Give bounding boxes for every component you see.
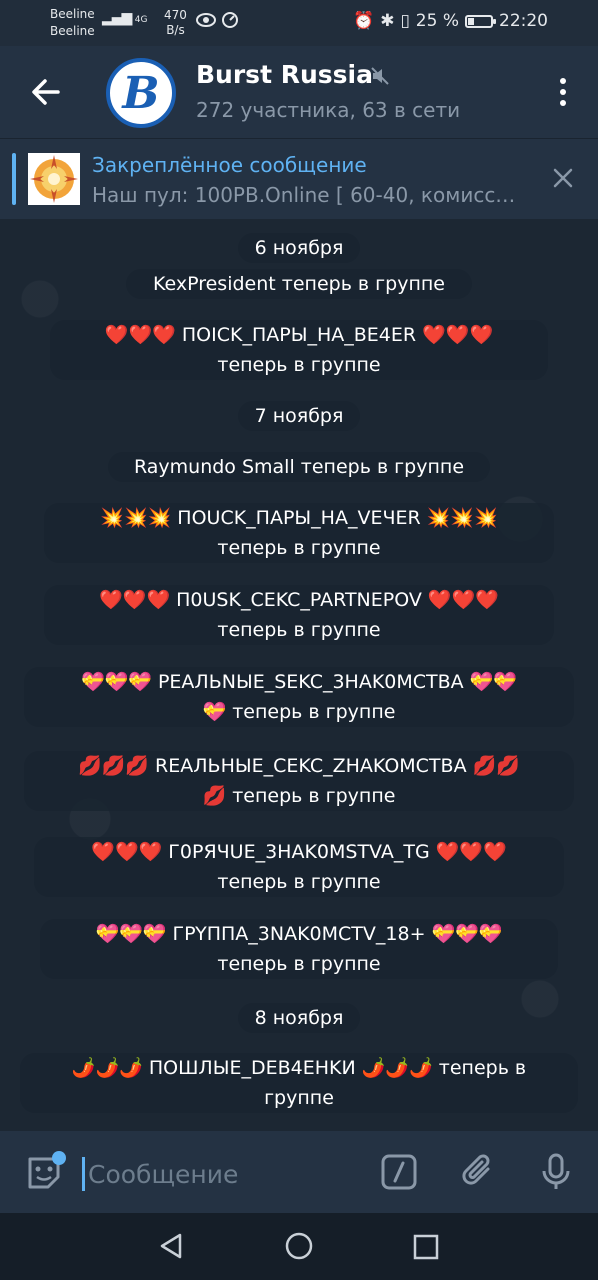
bluetooth-icon: ✱ [380,11,395,31]
service-text-line1: 💋💋💋 REAЛЬНЫE_CEKC_ZHAKOMCTBA 💋💋 [78,755,520,777]
clock: 22:20 [499,11,548,31]
net-speed-value: 470 [164,8,187,22]
message-list[interactable]: 6 ноября KexPresident теперь в группе ❤️… [0,219,598,1131]
slash-command-icon [381,1154,417,1190]
service-text-line2: группе [264,1087,334,1109]
voice-message-button[interactable] [536,1151,576,1193]
chat-header: B Burst Russia 272 участника, 63 в сети [0,46,598,138]
starburst-icon [28,153,80,205]
service-text-line1: ❤️❤️❤️ ПOICK_ПAPЫ_HA_BE4ER ❤️❤️❤️ [104,324,494,346]
carrier-2: Beeline [50,24,95,38]
signal-icon: ▂▄▆ 4G [102,10,148,26]
date-separator: 7 ноября [238,401,360,431]
service-message: 💝💝💝 ГPYППA_3NAK0MCTV_18+ 💝💝💝 теперь в гр… [40,919,558,979]
service-message: ❤️❤️❤️ ПOICK_ПAPЫ_HA_BE4ER ❤️❤️❤️ теперь… [50,320,548,380]
pinned-thumbnail [28,153,80,205]
service-text-line1: KexPresident теперь в группе [152,273,445,295]
service-text-line2: 💋 теперь в группе [202,785,396,807]
service-message: 💥💥💥 ПOUCK_ПAPЫ_HA_VEЧER 💥💥💥 теперь в гру… [44,503,554,563]
muted-speaker-icon [370,66,390,90]
service-text-line2: теперь в группе [217,953,381,975]
service-text-line2: теперь в группе [217,354,381,376]
pinned-title: Закреплённое сообщение [92,153,367,177]
vibrate-icon: ▯ [400,11,410,31]
service-message: ❤️❤️❤️ П0USK_CEKC_PARTNEPOV ❤️❤️❤️ тепер… [44,585,554,645]
service-message: ❤️❤️❤️ Г0PЯЧUE_3HAK0MSTVA_TG ❤️❤️❤️ тепе… [34,837,564,897]
chat-subtitle: 272 участника, 63 в сети [196,98,461,122]
nav-recents-button[interactable] [412,1233,440,1265]
back-button[interactable] [26,72,66,112]
microphone-icon [542,1153,570,1189]
service-text-line2: теперь в группе [217,871,381,893]
vertical-dots-icon [560,78,566,84]
more-menu-button[interactable] [558,78,568,108]
close-pinned-button[interactable] [550,165,576,191]
date-text: 7 ноября [254,405,344,427]
bot-commands-button[interactable] [380,1153,418,1191]
service-text-line1: 🌶️🌶️🌶️ ПOШЛЫE_DEB4EHKИ 🌶️🌶️🌶️ теперь в [71,1057,527,1079]
network-type: 4G [134,15,148,25]
eye-icon [196,10,244,35]
battery-icon [465,14,496,28]
notification-dot [52,1151,66,1165]
triangle-back-icon [160,1233,182,1259]
service-message: 💋💋💋 REAЛЬНЫE_CEKC_ZHAKOMCTBA 💋💋 💋 теперь… [24,751,574,811]
service-text-line1: ❤️❤️❤️ П0USK_CEKC_PARTNEPOV ❤️❤️❤️ [99,589,499,611]
service-message: Raymundo Small теперь в группе [108,452,490,482]
paperclip-icon [462,1154,490,1185]
date-separator: 6 ноября [238,233,360,263]
close-icon [553,168,573,188]
message-composer [0,1131,598,1213]
arrow-left-icon [32,79,60,105]
telegram-chat-screen: Beeline Beeline ▂▄▆ 4G 470 B/s ⏰ ✱ ▯ 25 … [0,0,598,1280]
date-text: 6 ноября [254,237,344,259]
nav-back-button[interactable] [156,1231,186,1265]
status-right: ⏰ ✱ ▯ 25 % 22:20 [353,11,548,31]
service-text-line1: 💥💥💥 ПOUCK_ПAPЫ_HA_VEЧER 💥💥💥 [100,507,498,529]
pinned-message-bar[interactable]: Закреплённое сообщение Наш пул: 100PB.On… [0,138,598,219]
text-caret [82,1157,85,1191]
service-text-line2: теперь в группе [217,537,381,559]
service-text-line1: 💝💝💝 PEAЛЬNЫE_SEKC_3HAK0MCTBA 💝💝 [80,671,518,693]
service-text-line1: 💝💝💝 ГPYППA_3NAK0MCTV_18+ 💝💝💝 [95,923,503,945]
pinned-text: Наш пул: 100PB.Online [ 60-40, комисс… [92,183,516,207]
system-nav-bar [0,1213,598,1280]
service-text-line1: ❤️❤️❤️ Г0PЯЧUE_3HAK0MSTVA_TG ❤️❤️❤️ [91,841,507,863]
circle-home-icon [285,1232,313,1260]
service-message: 💝💝💝 PEAЛЬNЫE_SEKC_3HAK0MCTBA 💝💝 💝 теперь… [24,667,574,727]
service-message: 🌶️🌶️🌶️ ПOШЛЫE_DEB4EHKИ 🌶️🌶️🌶️ теперь в г… [20,1053,578,1113]
dot [560,89,566,95]
net-speed: 470 B/s [164,8,187,38]
carrier-names: Beeline Beeline [50,6,95,40]
square-recents-icon [413,1234,439,1260]
nav-home-button[interactable] [284,1231,314,1265]
date-text: 8 ноября [254,1007,344,1029]
carrier-1: Beeline [50,7,95,21]
group-avatar[interactable]: B [106,58,176,128]
battery-fill [468,17,474,25]
net-speed-unit: B/s [166,23,185,37]
pinned-indicator [12,153,16,205]
service-text-line1: Raymundo Small теперь в группе [133,456,465,478]
dot [560,100,566,106]
attach-button[interactable] [458,1151,498,1191]
alarm-icon: ⏰ [353,11,375,31]
date-separator: 8 ноября [238,1003,360,1033]
avatar-letter: B [122,67,160,119]
status-bar: Beeline Beeline ▂▄▆ 4G 470 B/s ⏰ ✱ ▯ 25 … [0,0,598,46]
service-message: KexPresident теперь в группе [126,269,472,299]
service-text-line2: 💝 теперь в группе [202,701,396,723]
battery-percent: 25 % [415,11,459,31]
message-input[interactable] [86,1151,360,1197]
chat-title[interactable]: Burst Russia [196,60,373,89]
service-text-line2: теперь в группе [217,619,381,641]
